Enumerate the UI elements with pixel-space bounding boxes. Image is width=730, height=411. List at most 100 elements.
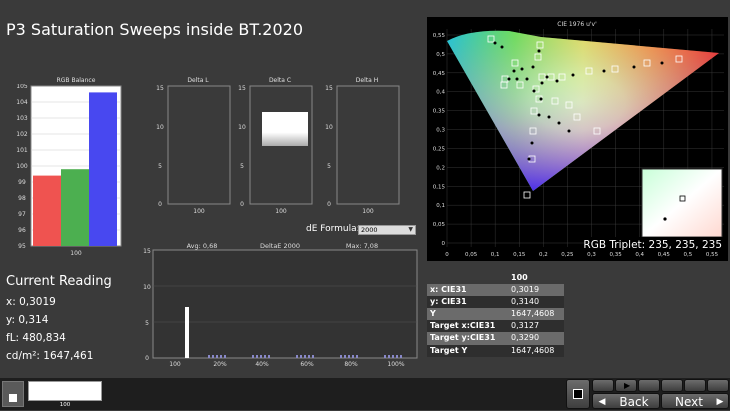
- swatch-scroll-left[interactable]: [2, 381, 24, 407]
- deltae-chart: Avg: 0,68 DeltaE 2000 Max: 7,08 15 10 5 …: [143, 242, 418, 368]
- delta-c-tick: 0: [240, 201, 244, 208]
- current-reading-title: Current Reading: [6, 274, 112, 289]
- cie-ytick: 0,55: [433, 33, 446, 39]
- rgb-balance-tick: 102: [16, 131, 28, 138]
- table-cell-label: Target x:CIE31: [427, 320, 509, 333]
- reading-x: x: 0,3019: [6, 296, 56, 308]
- patch-swatch[interactable]: [28, 381, 102, 401]
- table-row: Target y:CIE31 0,3290: [427, 332, 564, 345]
- next-label: Next: [675, 395, 703, 409]
- cie-xtick: 0,25: [561, 252, 574, 258]
- table-cell-value: 0,3019: [508, 284, 564, 297]
- delta-l-tick: 10: [156, 124, 164, 131]
- deltae-small-bar: [400, 355, 402, 358]
- next-button[interactable]: Next ▶: [661, 393, 729, 409]
- rgb-balance-label: RGB Balance: [56, 77, 96, 84]
- deltae-small-bar: [340, 355, 342, 358]
- toolbar-button-1[interactable]: [592, 379, 614, 392]
- table-row: x: CIE31 0,3019: [427, 284, 564, 297]
- deltae-small-bar: [216, 355, 218, 358]
- cie-measured-point: [532, 89, 536, 93]
- play-icon: ▶: [624, 381, 631, 390]
- delta-c-bar: [262, 112, 308, 146]
- deltae-avg: Avg: 0,68: [187, 242, 218, 250]
- cie-ytick: 0,25: [433, 146, 446, 152]
- reading-y: y: 0,314: [6, 314, 49, 326]
- cie-xtick: 0,3: [587, 252, 596, 258]
- cie-measured-point: [500, 45, 504, 49]
- rgb-balance-tick: 100: [16, 163, 28, 170]
- rgb-balance-tick: 104: [16, 99, 28, 106]
- cie-measured-point: [555, 79, 559, 83]
- cie-diagram: CIE 1976 u'v' RGB Triplet: 235, 235, 235…: [427, 17, 728, 261]
- deltae-small-bar: [348, 355, 350, 358]
- back-arrow-icon: ◀: [598, 397, 606, 407]
- delta-c-label: Delta C: [268, 77, 292, 84]
- cie-measured-point: [515, 77, 519, 81]
- toolbar-button-5[interactable]: [684, 379, 706, 392]
- cie-measured-point: [547, 115, 551, 119]
- toolbar-button-6[interactable]: [707, 379, 729, 392]
- cie-measured-point: [571, 73, 575, 77]
- deltae-small-bar: [300, 355, 302, 358]
- back-button[interactable]: ◀ Back: [592, 393, 660, 409]
- table-cell-value: 0,3140: [508, 296, 564, 309]
- de-formula-select[interactable]: 2000 ▼: [358, 225, 416, 235]
- deltae-ytick: 5: [145, 320, 149, 327]
- deltae-max: Max: 7,08: [346, 242, 378, 250]
- table-row: Target Y 1647,4608: [427, 344, 564, 357]
- cie-xtick: 0,4: [635, 252, 644, 258]
- rgb-balance-tick: 101: [16, 147, 28, 154]
- delta-l-tick: 0: [158, 201, 162, 208]
- cie-measured-point: [507, 77, 511, 81]
- back-label: Back: [619, 395, 649, 409]
- cie-xtick: 0,35: [609, 252, 622, 258]
- deltae-title: DeltaE 2000: [260, 242, 300, 250]
- reading-cdm2: cd/m²: 1647,461: [6, 350, 94, 362]
- deltae-small-bar: [268, 355, 270, 358]
- next-arrow-icon: ▶: [716, 397, 724, 407]
- cie-measured-point: [530, 141, 534, 145]
- delta-c-tick: 10: [238, 124, 246, 131]
- cie-title: CIE 1976 u'v': [557, 21, 597, 28]
- deltae-ytick: 10: [143, 284, 151, 291]
- table-cell-label: x: CIE31: [427, 284, 509, 297]
- deltae-xtick: 20%: [213, 361, 227, 368]
- cie-measured-point: [660, 61, 664, 65]
- toolbar-button-4[interactable]: [661, 379, 683, 392]
- cie-ytick: 0,5: [436, 52, 445, 58]
- rgb-balance-x-label: 100: [70, 250, 82, 257]
- deltae-small-bar: [312, 355, 314, 358]
- cie-xtick: 0,55: [706, 252, 719, 258]
- stop-button[interactable]: [566, 379, 590, 409]
- deltae-small-bar: [384, 355, 386, 358]
- cie-measured-point: [537, 113, 541, 117]
- delta-l-x-label: 100: [193, 208, 205, 214]
- cie-measured-point: [539, 97, 543, 101]
- deltae-xtick: 100%: [387, 361, 404, 368]
- delta-h-tick: 10: [325, 124, 333, 131]
- play-button[interactable]: ▶: [615, 379, 637, 392]
- inset-measured-point: [663, 217, 667, 221]
- cie-inset: [641, 168, 723, 238]
- patch-swatch-label: 100: [59, 402, 71, 408]
- table-header-row: 100: [427, 272, 564, 285]
- deltae-small-bar: [296, 355, 298, 358]
- deltae-small-bar: [208, 355, 210, 358]
- cie-ytick: 0,3: [436, 128, 445, 134]
- rgb-bar-r: [33, 175, 61, 246]
- reading-table: 100 x: CIE31 0,3019 y: CIE31 0,3140 Y 1647,…: [427, 272, 564, 357]
- cie-ytick: 0,35: [433, 109, 446, 115]
- cie-measured-point: [493, 41, 497, 45]
- delta-l-tick: 5: [158, 163, 162, 170]
- deltae-xtick: 60%: [300, 361, 314, 368]
- cie-measured-point: [632, 65, 636, 69]
- rgb-balance-tick: 99: [18, 179, 26, 186]
- delta-h-chart: 15 10 5 0 100: [325, 85, 400, 214]
- table-cell-value: 0,3290: [508, 332, 564, 345]
- toolbar-button-3[interactable]: [638, 379, 660, 392]
- deltae-small-bar: [224, 355, 226, 358]
- deltae-small-bar: [212, 355, 214, 358]
- deltae-bar: [185, 307, 189, 358]
- cie-xtick: 0,45: [658, 252, 671, 258]
